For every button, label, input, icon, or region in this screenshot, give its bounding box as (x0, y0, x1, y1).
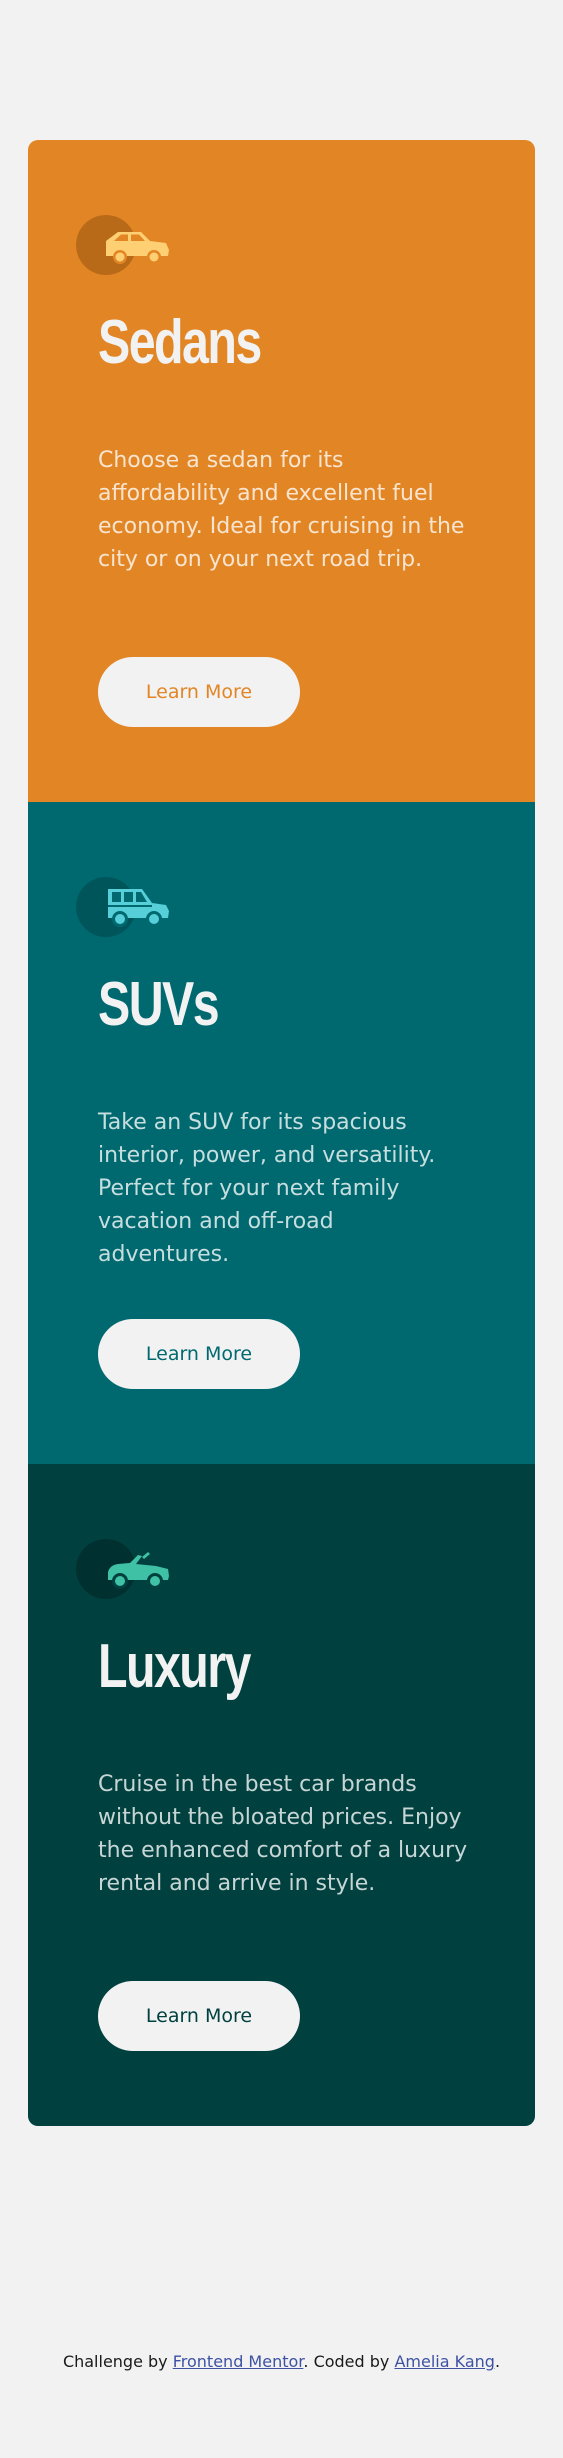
card-luxury: Luxury Cruise in the best car brands wit… (28, 1464, 535, 2126)
suv-car-icon (76, 877, 172, 937)
attribution-suffix: . (494, 2352, 501, 2371)
car-cards-container: Sedans Choose a sedan for its affordabil… (28, 140, 535, 2126)
attribution-prefix: Challenge by (62, 2352, 168, 2371)
card-suvs: SUVs Take an SUV for its spacious interi… (28, 802, 535, 1464)
card-description: Take an SUV for its spacious interior, p… (98, 1110, 436, 1267)
learn-more-button[interactable]: Learn More (98, 1319, 300, 1389)
card-sedans: Sedans Choose a sedan for its affordabil… (28, 140, 535, 802)
learn-more-button[interactable]: Learn More (98, 657, 300, 727)
frontend-mentor-link[interactable]: Frontend Mentor (173, 2352, 304, 2371)
sedan-car-icon (76, 215, 172, 275)
luxury-car-icon (76, 1539, 172, 1599)
attribution-middle: . Coded by (303, 2352, 390, 2371)
card-title: Luxury (98, 1632, 251, 1701)
card-description: Choose a sedan for its affordability and… (98, 448, 465, 572)
author-link[interactable]: Amelia Kang (394, 2352, 494, 2371)
card-title: Sedans (98, 308, 262, 377)
card-title: SUVs (98, 970, 220, 1039)
attribution: Challenge by Frontend Mentor. Coded by A… (0, 2352, 563, 2371)
card-description: Cruise in the best car brands without th… (98, 1772, 468, 1896)
learn-more-button[interactable]: Learn More (98, 1981, 300, 2051)
